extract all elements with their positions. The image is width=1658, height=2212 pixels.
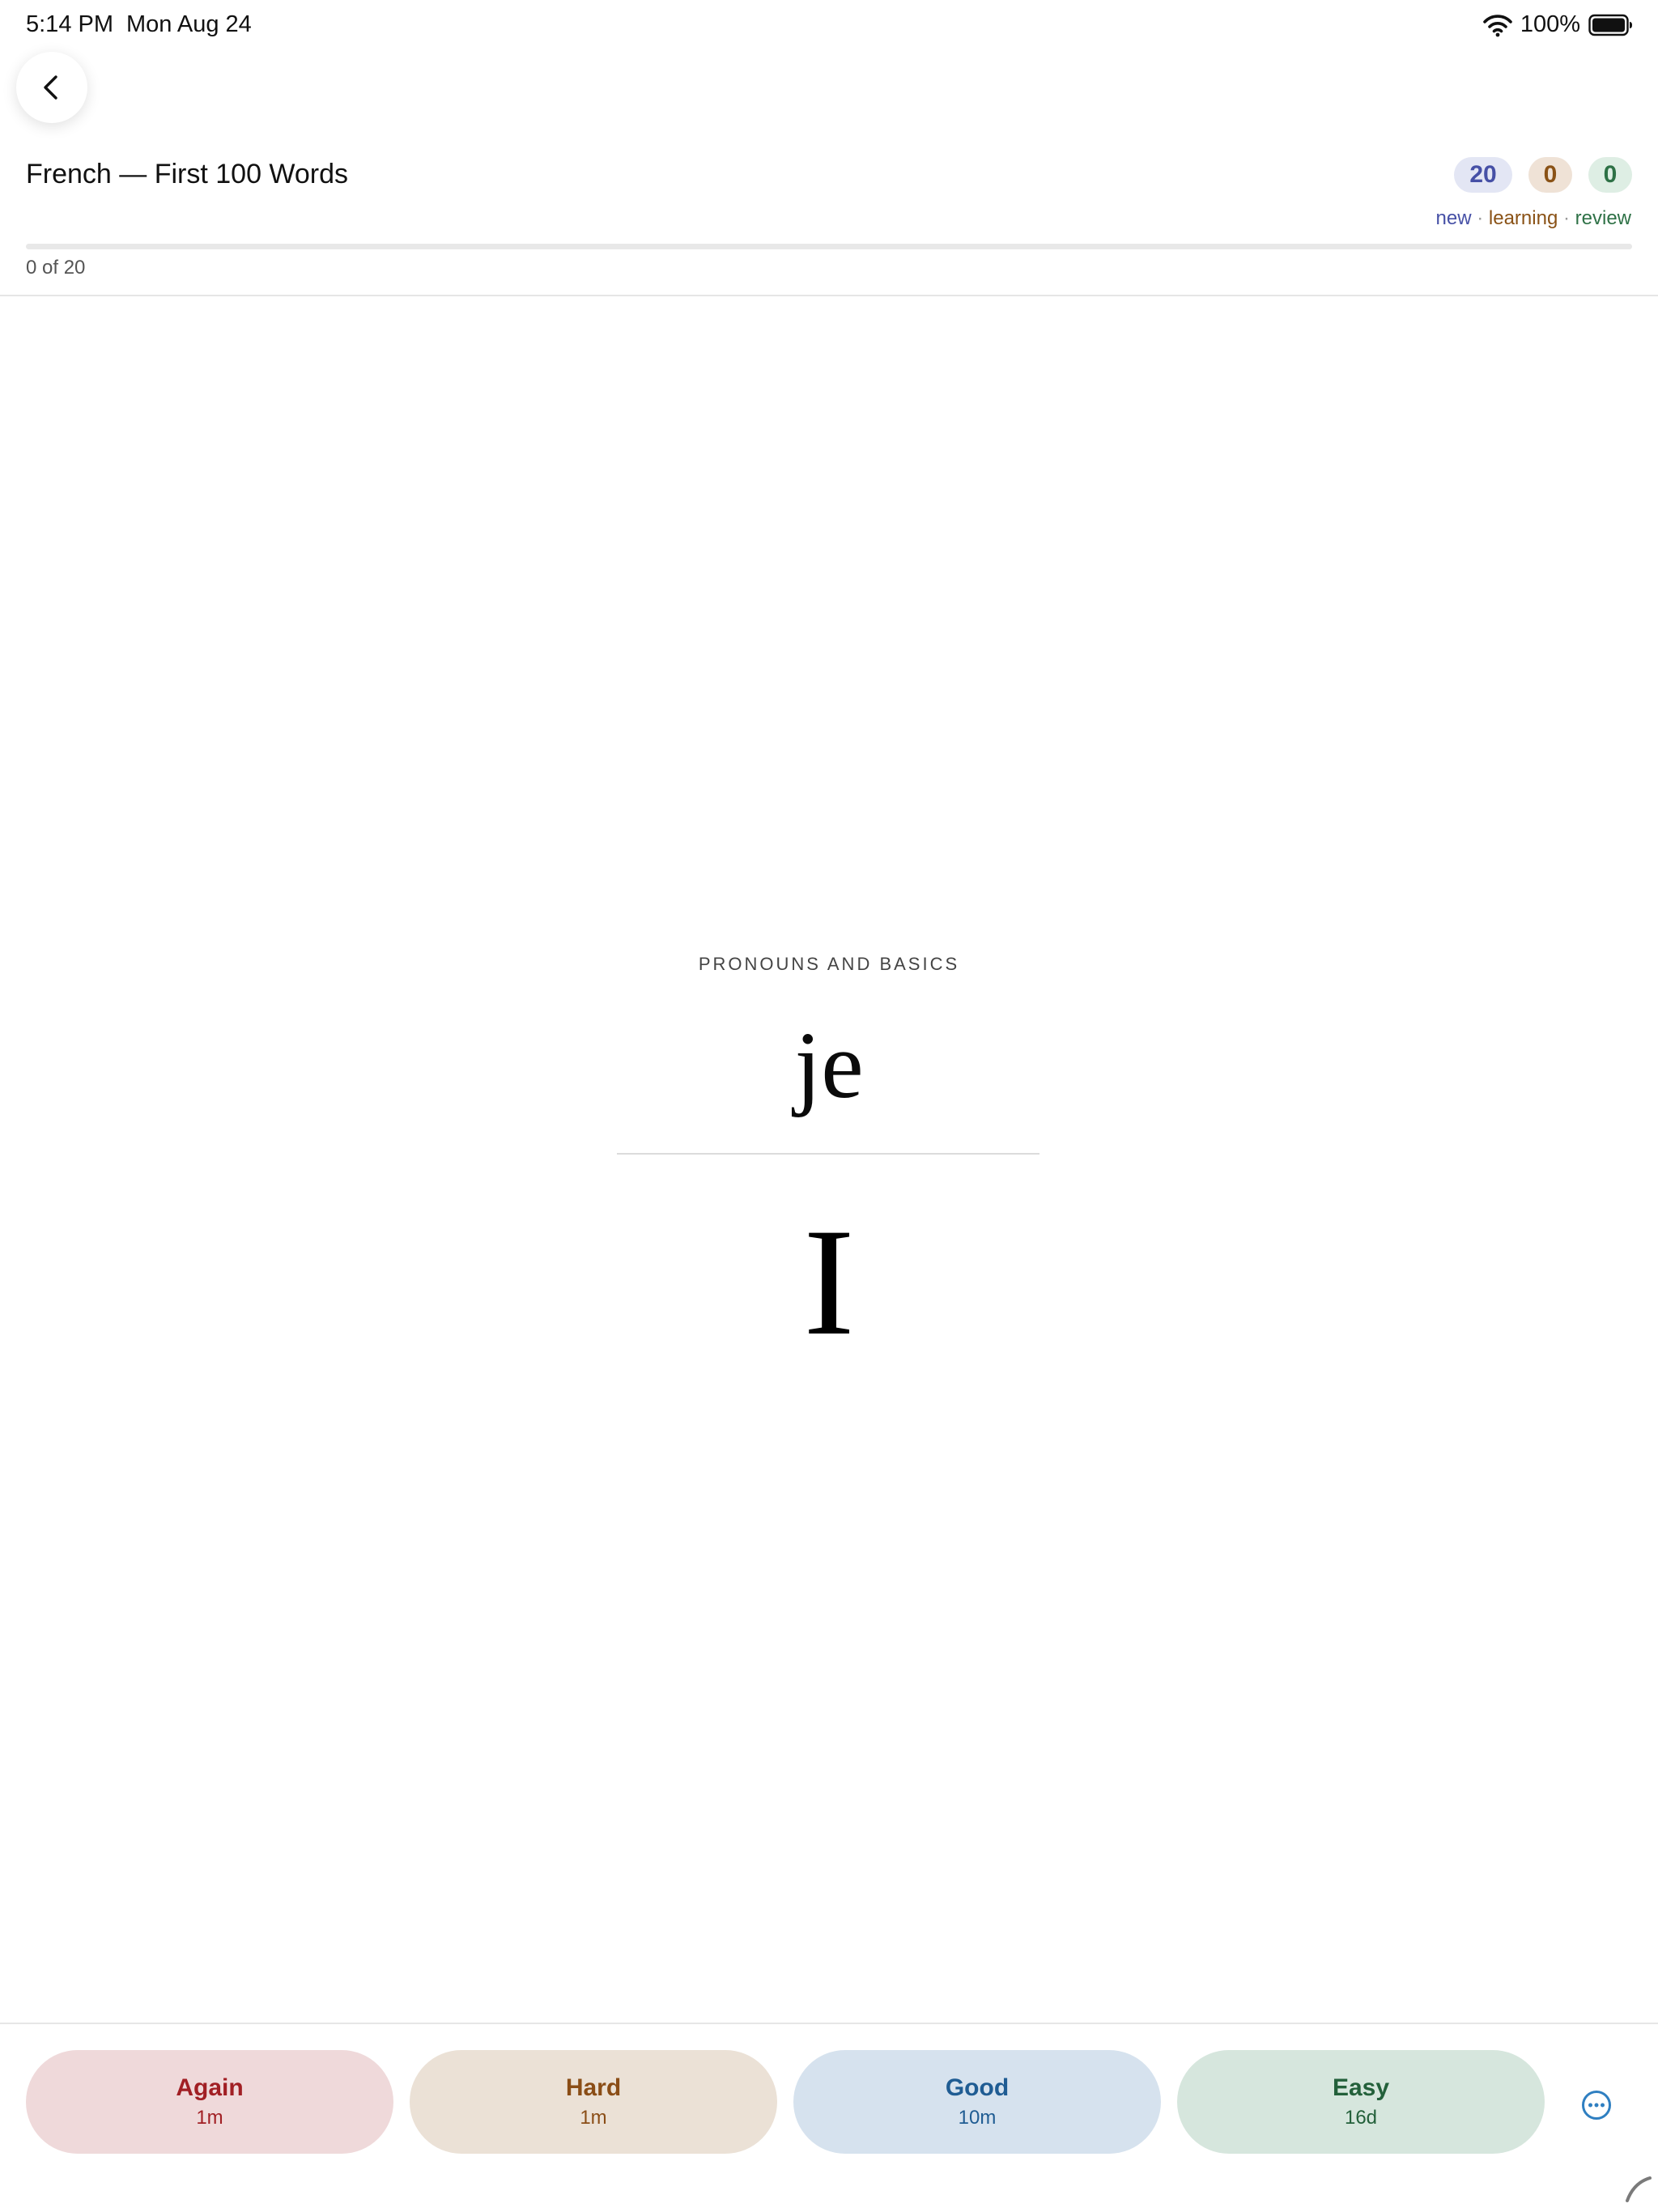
wifi-icon	[1483, 13, 1512, 37]
progress-bar	[26, 244, 1632, 249]
header-divider	[0, 295, 1658, 296]
legend-separator: ·	[1477, 207, 1484, 229]
status-indicators: 100%	[1483, 11, 1634, 38]
battery-icon	[1588, 14, 1634, 36]
review-count-badge: 0	[1588, 157, 1632, 193]
battery-percentage: 100%	[1520, 11, 1580, 37]
corner-resize-handle[interactable]	[1624, 2175, 1653, 2204]
again-label: Again	[176, 2074, 244, 2101]
card-category: PRONOUNS AND BASICS	[698, 954, 960, 974]
card-front-text: je	[794, 1012, 864, 1118]
good-button[interactable]: Good 10m	[793, 2050, 1161, 2154]
card-divider	[617, 1153, 1039, 1155]
legend-review: review	[1575, 207, 1631, 229]
good-label: Good	[945, 2074, 1010, 2101]
back-button[interactable]	[16, 52, 87, 123]
status-bar: 5:14 PM Mon Aug 24 100%	[0, 0, 1658, 52]
legend-separator: ·	[1562, 207, 1570, 229]
answer-buttons: Again 1m Hard 1m Good 10m Easy 16d	[26, 2050, 1545, 2154]
ellipsis-circle-icon	[1580, 2089, 1613, 2121]
hard-button[interactable]: Hard 1m	[410, 2050, 777, 2154]
card-back-text: I	[803, 1197, 855, 1368]
easy-label: Easy	[1332, 2074, 1390, 2101]
bottom-divider	[0, 2023, 1658, 2024]
count-legend: new · learning · review	[1436, 207, 1631, 230]
again-interval: 1m	[196, 2107, 223, 2129]
legend-new: new	[1435, 207, 1472, 229]
status-date: Mon Aug 24	[126, 11, 252, 37]
hard-label: Hard	[565, 2074, 622, 2101]
learning-count-badge: 0	[1528, 157, 1572, 193]
legend-learning: learning	[1488, 207, 1558, 229]
progress-label: 0 of 20	[26, 257, 86, 279]
easy-interval: 16d	[1344, 2107, 1378, 2129]
card-counts: 20 0 0	[1454, 157, 1632, 193]
easy-button[interactable]: Easy 16d	[1177, 2050, 1545, 2154]
status-time: 5:14 PM	[26, 11, 113, 37]
new-count-badge: 20	[1454, 157, 1512, 193]
chevron-left-icon	[37, 73, 66, 102]
good-interval: 10m	[958, 2107, 997, 2129]
more-options-button[interactable]	[1579, 2087, 1614, 2123]
hard-interval: 1m	[580, 2107, 607, 2129]
again-button[interactable]: Again 1m	[26, 2050, 393, 2154]
study-screen: 5:14 PM Mon Aug 24 100% French — First 1…	[0, 0, 1658, 2212]
deck-title: French — First 100 Words	[26, 159, 349, 189]
